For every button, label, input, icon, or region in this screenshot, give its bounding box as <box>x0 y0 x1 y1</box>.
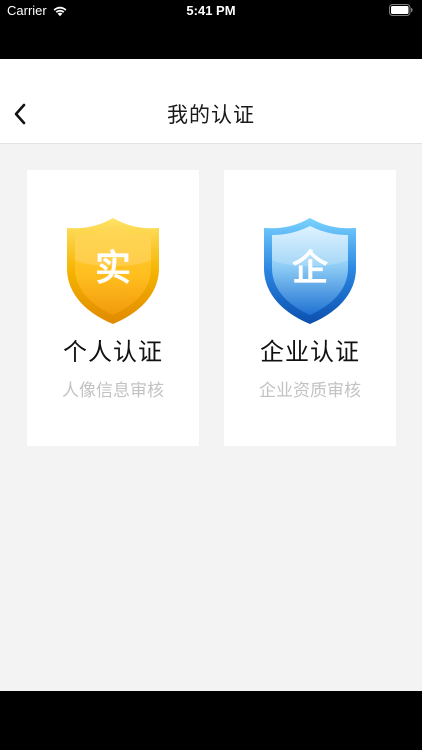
shield-character: 实 <box>95 248 131 289</box>
main-content: 实 个人认证 人像信息审核 企 企业认证 企业资质审核 <box>0 144 422 691</box>
personal-verification-card[interactable]: 实 个人认证 人像信息审核 <box>27 170 199 446</box>
battery-icon <box>389 4 413 16</box>
gold-shield-icon: 实 <box>67 218 159 324</box>
shield-character: 企 <box>292 247 329 289</box>
blue-shield-icon: 企 <box>264 218 356 324</box>
card-title: 个人认证 <box>63 338 163 366</box>
top-black-band <box>0 22 422 59</box>
page-title: 我的认证 <box>167 103 255 127</box>
card-subtitle: 人像信息审核 <box>62 381 164 401</box>
status-time: 5:41 PM <box>186 3 236 18</box>
navigation-bar: 我的认证 <box>0 59 422 144</box>
card-subtitle: 企业资质审核 <box>259 381 361 401</box>
card-title: 企业认证 <box>260 338 360 366</box>
enterprise-verification-card[interactable]: 企 企业认证 企业资质审核 <box>224 170 396 446</box>
bottom-black-band <box>0 691 422 750</box>
status-bar: Carrier 5:41 PM <box>0 0 422 22</box>
